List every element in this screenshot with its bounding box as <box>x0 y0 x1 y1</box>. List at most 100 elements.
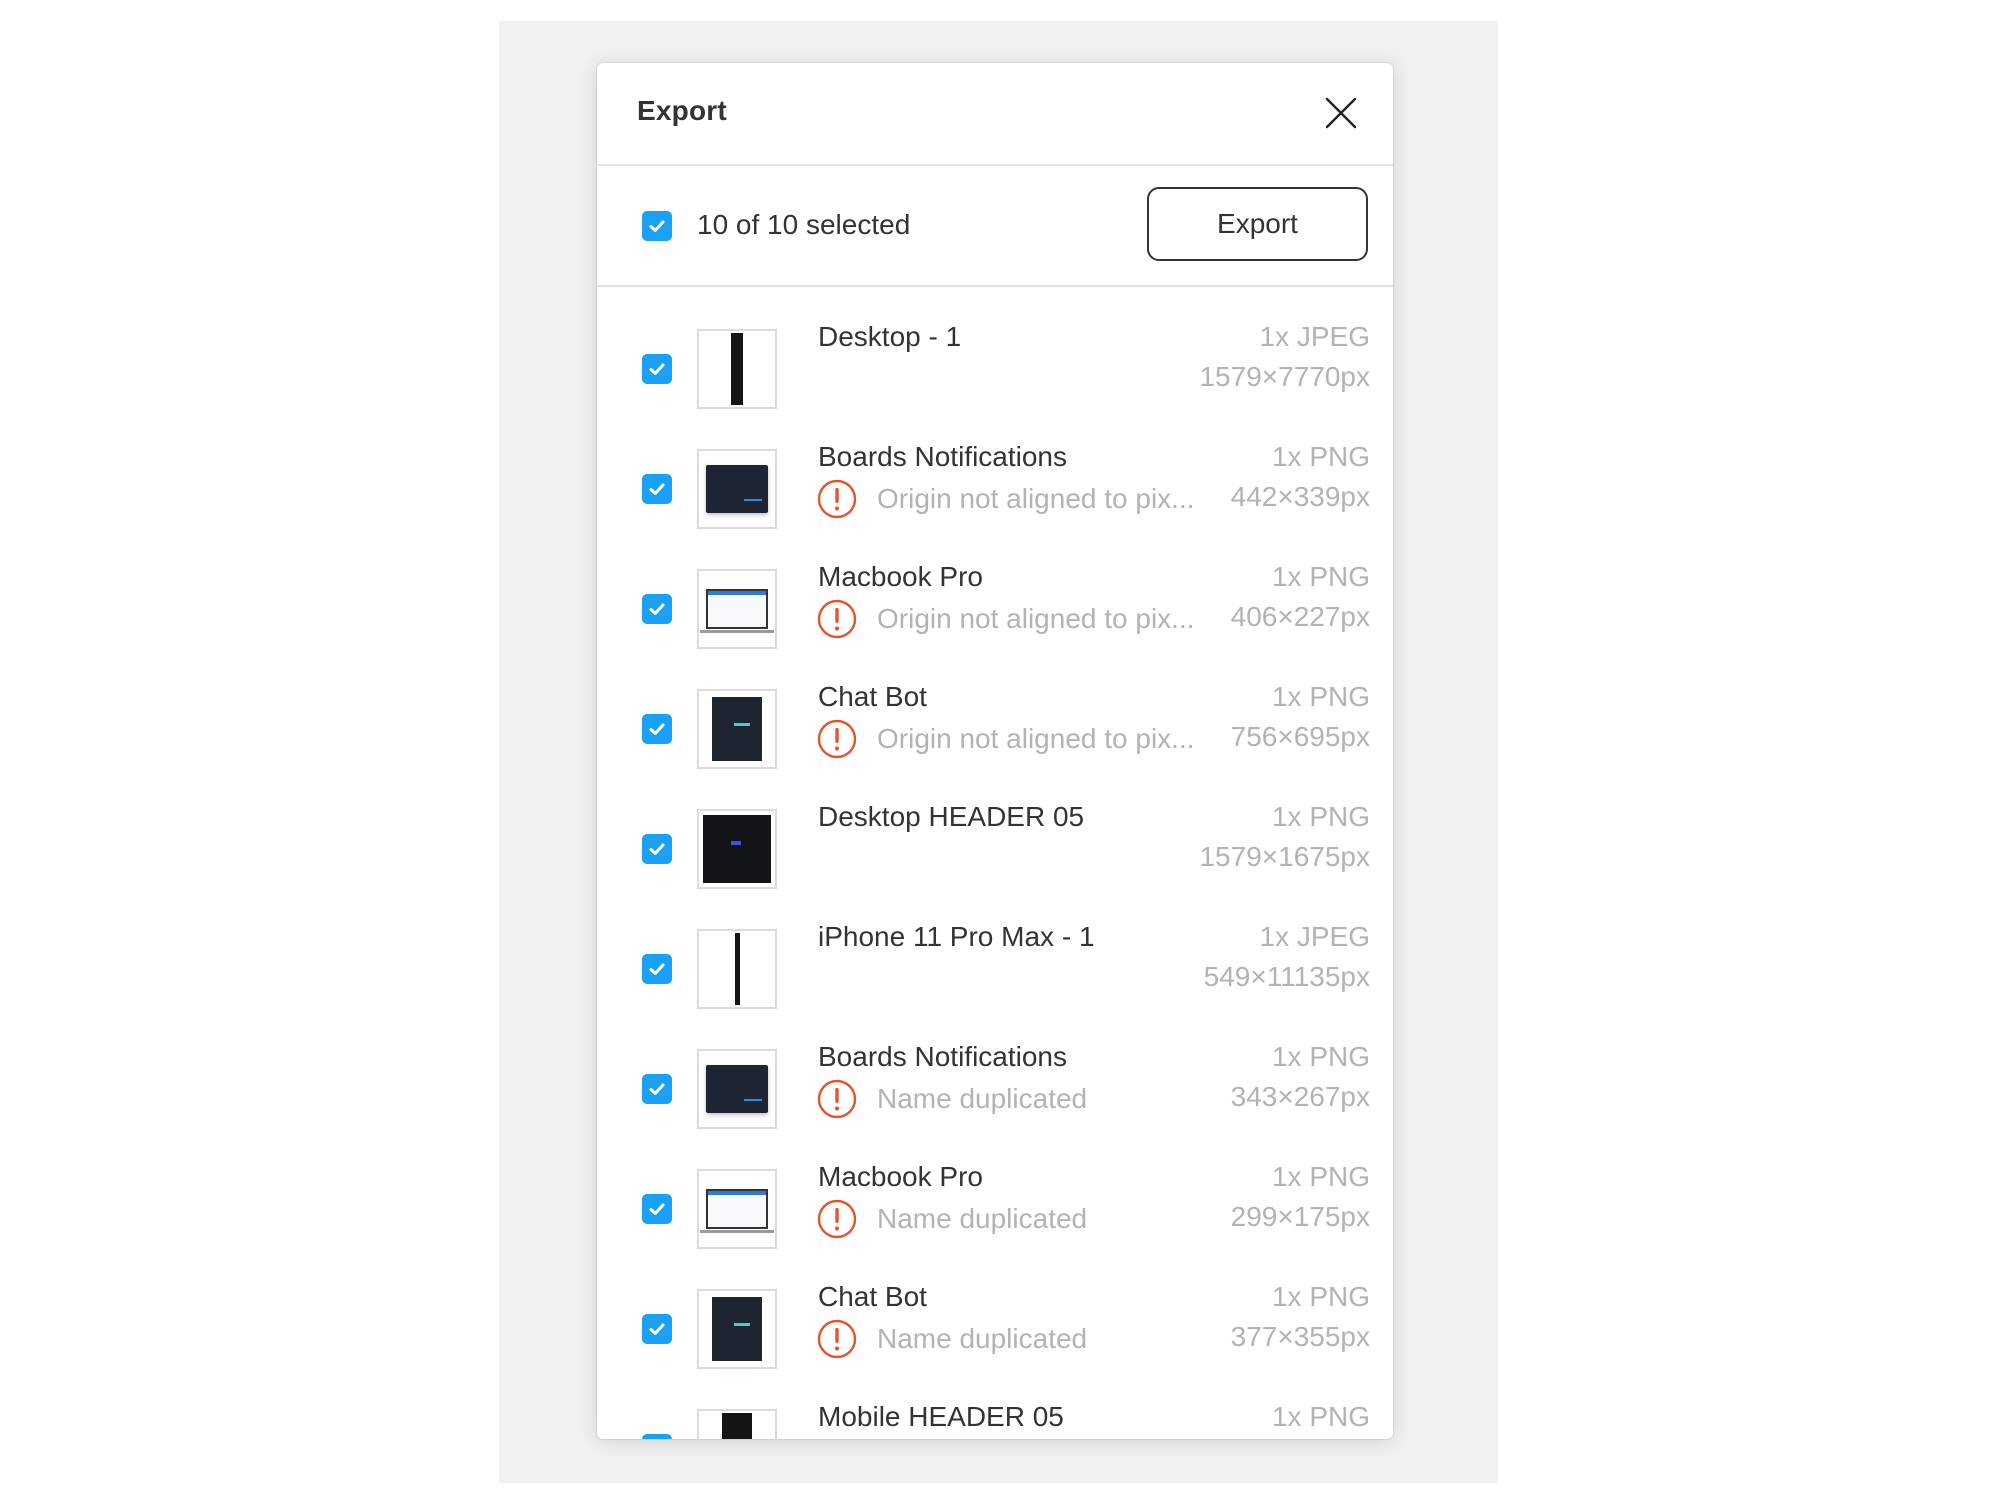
item-thumbnail <box>697 569 777 649</box>
thumbnail-image <box>712 697 762 761</box>
dialog-title: Export <box>637 95 727 126</box>
item-dimensions: 756×695px <box>1230 721 1370 752</box>
item-dimensions: 377×355px <box>1230 1321 1370 1352</box>
item-checkbox[interactable] <box>642 354 672 384</box>
item-checkbox[interactable] <box>642 1434 672 1439</box>
warning-icon <box>817 719 857 759</box>
export-list-item[interactable]: Macbook Pro 1x PNG 406×227px Origin not … <box>597 527 1393 649</box>
warning-text: Name duplicated <box>877 1203 1088 1234</box>
thumbnail-image <box>706 465 768 513</box>
item-name: Chat Bot <box>818 1281 927 1312</box>
item-dimensions: 549×11135px <box>1203 961 1370 992</box>
item-format[interactable]: 1x PNG <box>1272 681 1370 713</box>
item-dimensions: 442×339px <box>1230 481 1370 512</box>
export-list[interactable]: Desktop - 1 1x JPEG 1579×7770px Boards N… <box>597 287 1393 1439</box>
item-format[interactable]: 1x PNG <box>1272 441 1370 473</box>
item-warning: Origin not aligned to pix... <box>817 599 1195 639</box>
item-checkbox[interactable] <box>642 594 672 624</box>
item-name: iPhone 11 Pro Max - 1 <box>818 921 1095 952</box>
item-format[interactable]: 1x JPEG <box>1260 921 1370 953</box>
close-icon <box>1325 97 1357 129</box>
warning-text: Origin not aligned to pix... <box>877 723 1195 754</box>
item-thumbnail <box>697 1289 777 1369</box>
thumbnail-image <box>700 589 774 633</box>
item-dimensions: 1579×1675px <box>1199 841 1370 872</box>
item-warning: Origin not aligned to pix... <box>817 479 1195 519</box>
item-thumbnail <box>697 689 777 769</box>
export-button[interactable]: Export <box>1147 187 1368 261</box>
selection-count: 10 of 10 selected <box>697 209 911 240</box>
thumbnail-image <box>706 1065 768 1113</box>
item-checkbox[interactable] <box>642 474 672 504</box>
checkmark-icon <box>649 723 665 735</box>
item-name: Boards Notifications <box>818 441 1068 472</box>
item-checkbox[interactable] <box>642 1074 672 1104</box>
export-list-item[interactable]: Chat Bot 1x PNG 377×355px Name duplicate… <box>597 1247 1393 1369</box>
checkmark-icon <box>649 963 665 975</box>
checkmark-icon <box>649 483 665 495</box>
warning-icon <box>817 479 857 519</box>
warning-text: Origin not aligned to pix... <box>877 483 1195 514</box>
checkmark-icon <box>649 1083 665 1095</box>
checkmark-icon <box>649 363 665 375</box>
export-list-item[interactable]: Desktop HEADER 05 1x PNG 1579×1675px <box>597 767 1393 889</box>
item-dimensions: 406×227px <box>1230 601 1370 632</box>
item-name: Desktop HEADER 05 <box>818 801 1085 832</box>
checkmark-icon <box>649 1203 665 1215</box>
thumbnail-image <box>700 1189 774 1233</box>
item-name: Chat Bot <box>818 681 927 712</box>
item-thumbnail <box>697 1169 777 1249</box>
item-name: Macbook Pro <box>818 1161 983 1192</box>
item-format[interactable]: 1x PNG <box>1272 801 1370 833</box>
item-thumbnail <box>697 329 777 409</box>
warning-icon <box>817 1199 857 1239</box>
export-dialog: Export 10 of 10 selected Export Desktop … <box>597 63 1393 1439</box>
item-warning: Name duplicated <box>817 1079 1087 1119</box>
item-checkbox[interactable] <box>642 714 672 744</box>
item-format[interactable]: 1x PNG <box>1272 1041 1370 1073</box>
item-thumbnail <box>697 449 777 529</box>
thumbnail-image <box>703 815 771 883</box>
export-list-item[interactable]: Desktop - 1 1x JPEG 1579×7770px <box>597 287 1393 409</box>
item-dimensions: 299×175px <box>1230 1201 1370 1232</box>
item-checkbox[interactable] <box>642 1194 672 1224</box>
warning-icon <box>817 599 857 639</box>
item-checkbox[interactable] <box>642 1314 672 1344</box>
item-checkbox[interactable] <box>642 834 672 864</box>
close-button[interactable] <box>1324 96 1358 130</box>
checkmark-icon <box>649 220 665 232</box>
thumbnail-image <box>734 933 740 1005</box>
thumbnail-image <box>722 1413 752 1439</box>
thumbnail-image <box>731 333 743 405</box>
export-list-item[interactable]: Macbook Pro 1x PNG 299×175px Name duplic… <box>597 1127 1393 1249</box>
export-list-item[interactable]: iPhone 11 Pro Max - 1 1x JPEG 549×11135p… <box>597 887 1393 1009</box>
select-all-checkbox[interactable] <box>642 211 672 241</box>
item-warning: Name duplicated <box>817 1319 1087 1359</box>
item-format[interactable]: 1x PNG <box>1272 1161 1370 1193</box>
item-format[interactable]: 1x PNG <box>1272 1401 1370 1433</box>
export-list-item[interactable]: Boards Notifications 1x PNG 442×339px Or… <box>597 407 1393 529</box>
item-thumbnail <box>697 929 777 1009</box>
item-name: Mobile HEADER 05 <box>818 1401 1064 1432</box>
item-thumbnail <box>697 1049 777 1129</box>
item-format[interactable]: 1x PNG <box>1272 1281 1370 1313</box>
item-thumbnail <box>697 809 777 889</box>
selection-toolbar: 10 of 10 selected Export <box>597 166 1393 287</box>
item-dimensions: 343×267px <box>1230 1081 1370 1112</box>
checkmark-icon <box>649 843 665 855</box>
item-checkbox[interactable] <box>642 954 672 984</box>
item-name: Boards Notifications <box>818 1041 1068 1072</box>
warning-text: Origin not aligned to pix... <box>877 603 1195 634</box>
item-dimensions: 1579×7770px <box>1199 361 1370 392</box>
export-list-item[interactable]: Chat Bot 1x PNG 756×695px Origin not ali… <box>597 647 1393 769</box>
thumbnail-image <box>712 1297 762 1361</box>
item-thumbnail <box>697 1409 777 1439</box>
item-format[interactable]: 1x PNG <box>1272 561 1370 593</box>
item-warning: Name duplicated <box>817 1199 1087 1239</box>
item-format[interactable]: 1x JPEG <box>1260 321 1370 353</box>
warning-text: Name duplicated <box>877 1323 1088 1354</box>
export-list-item[interactable]: Boards Notifications 1x PNG 343×267px Na… <box>597 1007 1393 1129</box>
warning-text: Name duplicated <box>877 1083 1088 1114</box>
checkmark-icon <box>649 603 665 615</box>
export-list-item[interactable]: Mobile HEADER 05 1x PNG <box>597 1367 1393 1439</box>
